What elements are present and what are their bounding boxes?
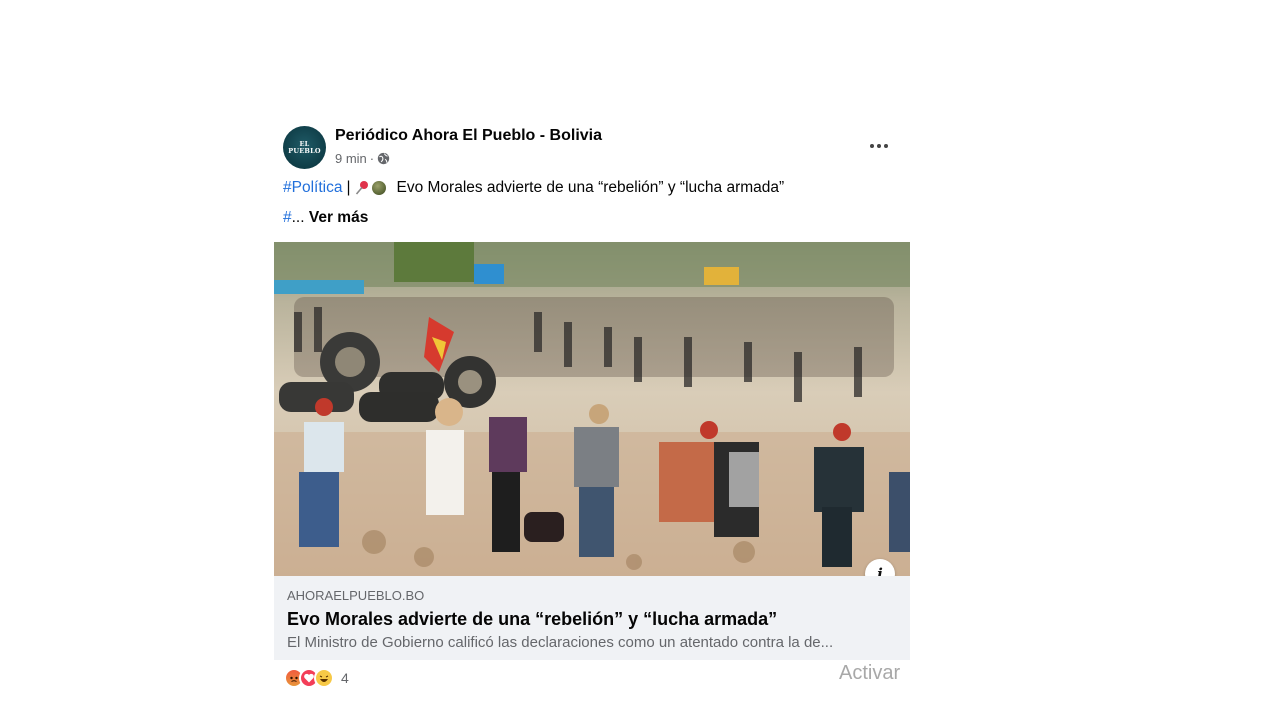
reactions-summary[interactable]: 4 (284, 668, 349, 688)
link-domain: AHORAELPUEBLO.BO (287, 588, 425, 603)
ellipsis: ... (291, 209, 305, 226)
avatar-logo-text: EL PUEBLO (288, 139, 321, 155)
hashtag-politica[interactable]: #Política (283, 179, 342, 197)
truncated-hashtag[interactable]: # (283, 209, 292, 226)
link-preview[interactable]: AHORAELPUEBLO.BO Evo Morales advierte de… (274, 576, 910, 660)
post-photo[interactable] (274, 242, 910, 576)
protest-march-photo (274, 242, 910, 576)
post-time[interactable]: 9 min (335, 151, 367, 166)
meta-separator: · (369, 151, 375, 166)
activation-watermark: Activar (839, 662, 901, 684)
link-title[interactable]: Evo Morales advierte de una “rebelión” y… (287, 609, 777, 630)
helmet-icon (372, 181, 387, 195)
text-divider: | (346, 179, 351, 196)
facebook-post: EL PUEBLO Periódico Ahora El Pueblo - Bo… (274, 114, 910, 694)
page-name-link[interactable]: Periódico Ahora El Pueblo - Bolivia (335, 127, 602, 145)
more-options-button[interactable] (866, 138, 892, 154)
globe-icon (377, 152, 390, 165)
post-text-more: #... Ver más (283, 209, 368, 227)
link-description: El Ministro de Gobierno calificó las dec… (287, 634, 834, 651)
post-headline-text: Evo Morales advierte de una “rebelión” y… (396, 179, 785, 196)
haha-reaction-icon (314, 668, 334, 688)
page-avatar[interactable]: EL PUEBLO (283, 126, 326, 169)
reaction-count[interactable]: 4 (341, 670, 349, 686)
more-icon (870, 144, 874, 148)
pin-icon (354, 180, 370, 196)
post-meta: 9 min · (335, 151, 390, 166)
see-more-link[interactable]: Ver más (309, 209, 368, 226)
post-text: #Política | Evo Morales advierte de una … (283, 179, 784, 197)
